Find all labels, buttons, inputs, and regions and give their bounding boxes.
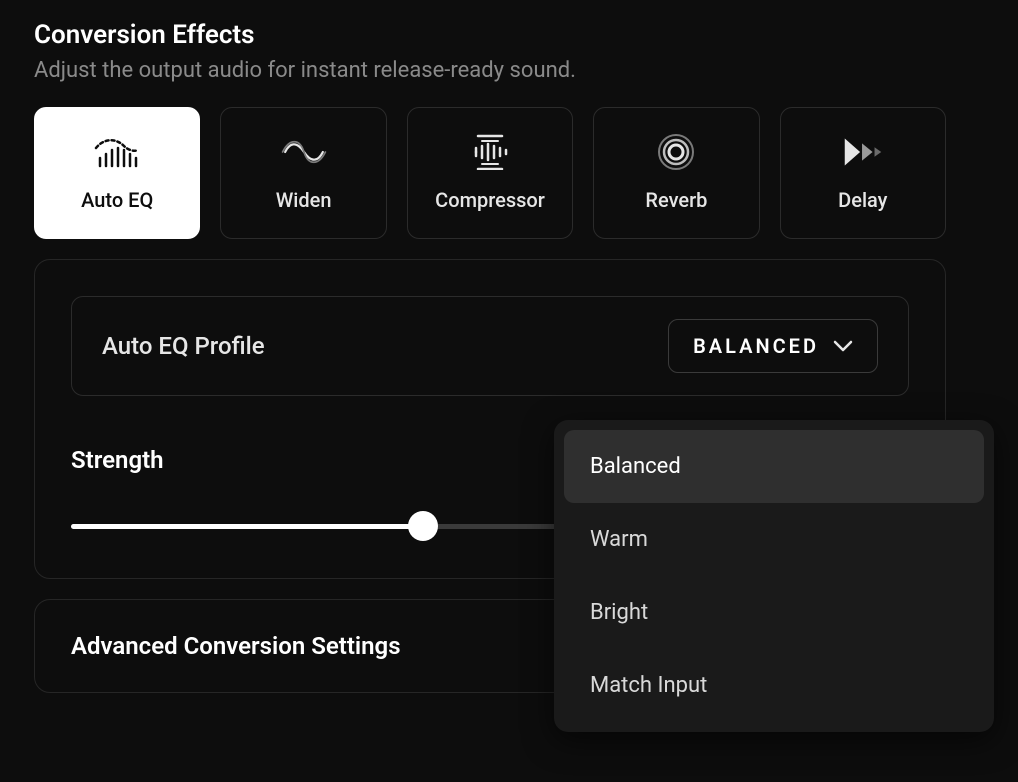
effect-tile-label: Delay bbox=[838, 188, 887, 212]
compressor-icon bbox=[466, 134, 514, 170]
effect-tile-label: Widen bbox=[276, 188, 332, 212]
dropdown-option-match-input[interactable]: Match Input bbox=[564, 649, 984, 722]
effect-tile-label: Compressor bbox=[435, 188, 545, 212]
slider-fill bbox=[71, 524, 423, 529]
effect-tile-reverb[interactable]: Reverb bbox=[593, 107, 759, 239]
effect-tile-auto-eq[interactable]: Auto EQ bbox=[34, 107, 200, 239]
reverb-icon bbox=[652, 134, 700, 170]
effect-tile-label: Auto EQ bbox=[81, 188, 153, 212]
profile-select[interactable]: Balanced bbox=[668, 319, 878, 373]
slider-thumb[interactable] bbox=[408, 511, 438, 541]
auto-eq-icon bbox=[93, 134, 141, 170]
panel-title: Conversion Effects bbox=[34, 20, 946, 50]
profile-label: Auto EQ Profile bbox=[102, 332, 265, 360]
effect-tile-compressor[interactable]: Compressor bbox=[407, 107, 573, 239]
chevron-down-icon bbox=[833, 337, 853, 356]
panel-subtitle: Adjust the output audio for instant rele… bbox=[34, 58, 946, 83]
effect-tile-delay[interactable]: Delay bbox=[780, 107, 946, 239]
delay-icon bbox=[839, 134, 887, 170]
effect-tile-label: Reverb bbox=[645, 188, 707, 212]
dropdown-option-warm[interactable]: Warm bbox=[564, 503, 984, 576]
effect-tiles-row: Auto EQ Widen bbox=[34, 107, 946, 239]
dropdown-option-bright[interactable]: Bright bbox=[564, 576, 984, 649]
profile-dropdown-menu: Balanced Warm Bright Match Input bbox=[554, 420, 994, 732]
effect-tile-widen[interactable]: Widen bbox=[220, 107, 386, 239]
profile-selected-value: Balanced bbox=[693, 334, 819, 358]
profile-row: Auto EQ Profile Balanced bbox=[71, 296, 909, 396]
dropdown-option-balanced[interactable]: Balanced bbox=[564, 430, 984, 503]
widen-icon bbox=[280, 134, 328, 170]
